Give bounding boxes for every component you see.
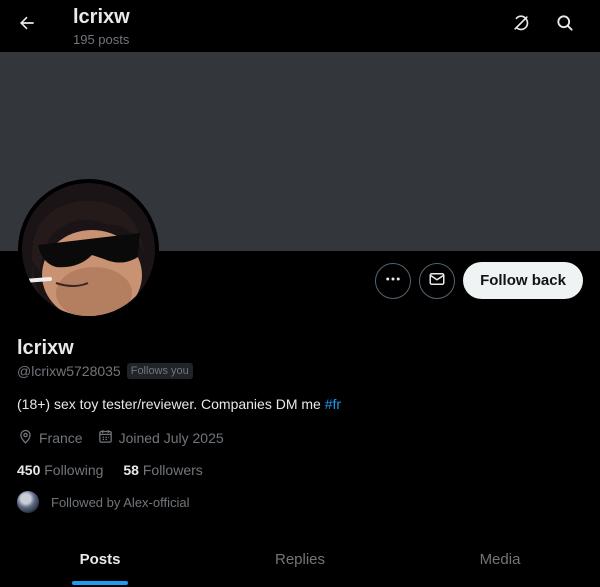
location-item: France <box>17 428 83 448</box>
more-dots-icon <box>384 270 402 293</box>
tab-posts-label: Posts <box>79 550 121 568</box>
handle-row: @lcrixw5728035 Follows you <box>17 363 193 379</box>
post-count: 195 posts <box>73 32 130 47</box>
grok-button[interactable] <box>504 8 538 42</box>
grok-icon <box>511 13 531 38</box>
tab-media[interactable]: Media <box>400 531 600 587</box>
followers-label: Followers <box>142 462 203 478</box>
avatar[interactable] <box>18 179 159 320</box>
followed-by-row[interactable]: Followed by Alex-official <box>17 491 190 513</box>
profile-handle: @lcrixw5728035 <box>17 363 121 379</box>
arrow-left-icon <box>17 13 37 38</box>
more-button[interactable] <box>375 263 411 299</box>
location-pin-icon <box>17 428 34 448</box>
follow-stats: 450 Following 58 Followers <box>17 462 223 478</box>
follows-you-badge: Follows you <box>126 363 193 379</box>
search-icon <box>555 13 575 38</box>
search-button[interactable] <box>548 8 582 42</box>
followed-by-text: Followed by Alex-official <box>51 494 190 510</box>
tab-posts[interactable]: Posts <box>0 531 200 587</box>
bio-text: (18+) sex toy tester/reviewer. Companies… <box>17 396 325 412</box>
profile-bio: (18+) sex toy tester/reviewer. Companies… <box>17 396 341 412</box>
top-bar: lcrixw 195 posts <box>0 0 600 52</box>
profile-tabs: Posts Replies Media <box>0 531 600 587</box>
following-count: 450 <box>17 462 41 478</box>
calendar-icon <box>97 428 114 448</box>
joined-item: Joined July 2025 <box>97 428 224 448</box>
follower-avatar <box>17 491 39 513</box>
bio-hashtag-link[interactable]: #fr <box>325 396 341 412</box>
active-tab-indicator <box>72 581 128 585</box>
followers-count: 58 <box>123 462 139 478</box>
page-title: lcrixw <box>73 6 130 28</box>
tab-replies[interactable]: Replies <box>200 531 400 587</box>
following-link[interactable]: 450 Following <box>17 462 103 478</box>
message-button[interactable] <box>419 263 455 299</box>
profile-meta: France Joined July 2025 <box>17 428 238 448</box>
back-button[interactable] <box>10 8 44 42</box>
tab-replies-label: Replies <box>274 550 326 568</box>
follow-back-button[interactable]: Follow back <box>463 262 583 299</box>
joined-text: Joined July 2025 <box>118 430 224 446</box>
profile-name: lcrixw <box>17 337 74 359</box>
location-text: France <box>39 430 83 446</box>
followers-link[interactable]: 58 Followers <box>123 462 202 478</box>
following-label: Following <box>44 462 104 478</box>
tab-media-label: Media <box>479 550 521 568</box>
envelope-icon <box>428 270 446 293</box>
